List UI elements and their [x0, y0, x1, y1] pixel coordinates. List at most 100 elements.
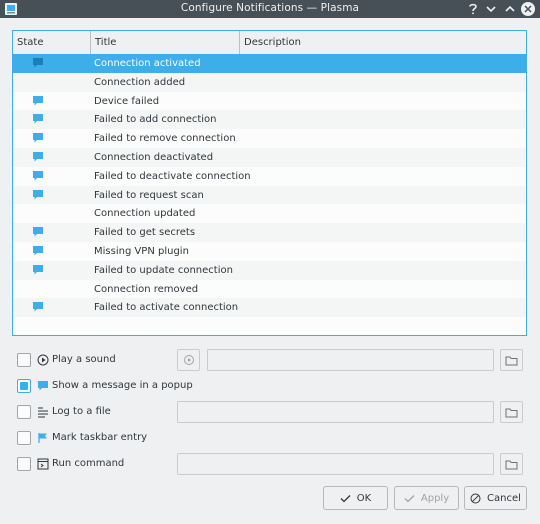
popup-message-icon: [33, 227, 43, 237]
list-row[interactable]: Connection deactivated: [13, 147, 526, 167]
title-cell: Failed to deactivate connection: [94, 170, 251, 182]
chevron-up-icon: [505, 5, 515, 12]
title-cell: Connection activated: [94, 58, 201, 69]
state-cell: [13, 129, 91, 148]
list-row[interactable]: Failed to activate connection: [13, 298, 526, 318]
list-row[interactable]: Connection activated: [13, 54, 526, 73]
state-cell: [13, 317, 91, 335]
state-cell: [13, 261, 91, 280]
title-cell: Failed to activate connection: [94, 302, 239, 314]
mark-taskbar-checkbox[interactable]: [17, 431, 31, 445]
list-row[interactable]: Failed to update connection: [13, 260, 526, 280]
terminal-icon: [37, 458, 49, 470]
list-row[interactable]: [13, 317, 526, 335]
chevron-down-icon: [486, 6, 496, 13]
sound-browse-button[interactable]: [500, 349, 523, 371]
state-cell: [13, 92, 91, 111]
state-cell: [13, 54, 91, 73]
apply-button[interactable]: Apply: [394, 486, 459, 510]
folder-icon: [505, 408, 518, 417]
state-cell: [13, 73, 91, 92]
ok-button[interactable]: OK: [323, 486, 388, 510]
play-sound-label: Play a sound: [52, 354, 116, 365]
list-row[interactable]: Failed to get secrets: [13, 223, 526, 242]
list-row[interactable]: Failed to remove connection: [13, 129, 526, 148]
state-cell: [13, 186, 91, 205]
title-cell: Device failed: [94, 95, 160, 107]
log-file-label: Log to a file: [52, 406, 111, 417]
log-browse-button[interactable]: [500, 401, 523, 423]
cancel-icon: [470, 493, 481, 503]
sound-file-field[interactable]: [207, 349, 494, 371]
popup-message-icon: [33, 95, 43, 106]
title-cell: Missing VPN plugin: [94, 245, 189, 257]
popup-message-icon: [33, 58, 43, 68]
title-cell: Failed to update connection: [94, 264, 233, 276]
state-cell: [13, 298, 91, 317]
popup-message-icon: [33, 264, 43, 275]
checkmark-icon: [404, 494, 415, 502]
help-icon: [469, 3, 477, 15]
close-button[interactable]: [521, 2, 535, 16]
popup-message-icon: [38, 381, 48, 391]
ok-label: OK: [356, 492, 372, 504]
flag-icon: [38, 433, 47, 443]
folder-icon: [505, 356, 518, 365]
column-header-title[interactable]: Title: [91, 31, 240, 54]
log-file-checkbox[interactable]: [17, 405, 31, 419]
popup-message-icon: [33, 245, 43, 256]
state-cell: [13, 148, 91, 167]
popup-message-icon: [33, 189, 43, 200]
help-button[interactable]: [466, 2, 480, 16]
notification-list[interactable]: State Title Description Connection activ…: [12, 30, 527, 336]
popup-message-icon: [33, 151, 43, 162]
cancel-label: Cancel: [487, 492, 521, 504]
state-cell: [13, 167, 91, 186]
command-browse-button[interactable]: [500, 453, 523, 475]
state-cell: [13, 242, 91, 261]
folder-icon: [505, 460, 518, 469]
play-sound-checkbox[interactable]: [17, 353, 31, 367]
column-header-description[interactable]: Description: [240, 31, 526, 54]
title-cell: Failed to remove connection: [94, 133, 236, 145]
show-popup-label: Show a message in a popup: [52, 380, 193, 391]
title-cell: Failed to add connection: [94, 114, 217, 126]
list-row[interactable]: Failed to add connection: [13, 110, 526, 130]
state-cell: [13, 223, 91, 242]
list-row[interactable]: Failed to request scan: [13, 185, 526, 205]
list-row[interactable]: Failed to deactivate connection: [13, 167, 526, 186]
play-icon: [37, 354, 49, 366]
list-row[interactable]: Device failed: [13, 92, 526, 111]
show-popup-checkbox[interactable]: [17, 379, 31, 393]
popup-message-icon: [33, 133, 43, 143]
title-cell: Connection added: [94, 76, 186, 88]
apply-label: Apply: [420, 492, 450, 504]
play-sound-preview-button[interactable]: [177, 349, 200, 371]
list-row[interactable]: Missing VPN plugin: [13, 242, 526, 261]
state-cell: [13, 204, 91, 223]
log-lines-icon: [38, 407, 48, 418]
log-file-field[interactable]: [177, 401, 494, 423]
list-header: State Title Description: [13, 31, 526, 55]
popup-message-icon: [33, 170, 43, 181]
command-field[interactable]: [177, 453, 494, 475]
maximize-button[interactable]: [503, 2, 517, 16]
title-cell: Failed to request scan: [94, 189, 204, 201]
title-cell: Failed to get secrets: [94, 227, 196, 239]
window-titlebar[interactable]: Configure Notifications — Plasma: [0, 0, 540, 18]
title-cell: Connection removed: [94, 283, 199, 295]
checkmark-icon: [340, 494, 351, 502]
close-icon: [524, 5, 532, 13]
column-header-state[interactable]: State: [13, 31, 91, 54]
title-cell: Connection deactivated: [94, 151, 214, 163]
minimize-button[interactable]: [484, 2, 498, 16]
mark-taskbar-label: Mark taskbar entry: [52, 432, 148, 443]
list-row[interactable]: Connection updated: [13, 204, 526, 223]
list-row[interactable]: Connection added: [13, 72, 526, 92]
state-cell: [13, 280, 91, 299]
run-command-label: Run command: [52, 458, 125, 469]
run-command-checkbox[interactable]: [17, 457, 31, 471]
list-rows: Connection activated Connection added Devi…: [13, 54, 526, 335]
cancel-button[interactable]: Cancel: [464, 486, 527, 510]
list-row[interactable]: Connection removed: [13, 280, 526, 299]
